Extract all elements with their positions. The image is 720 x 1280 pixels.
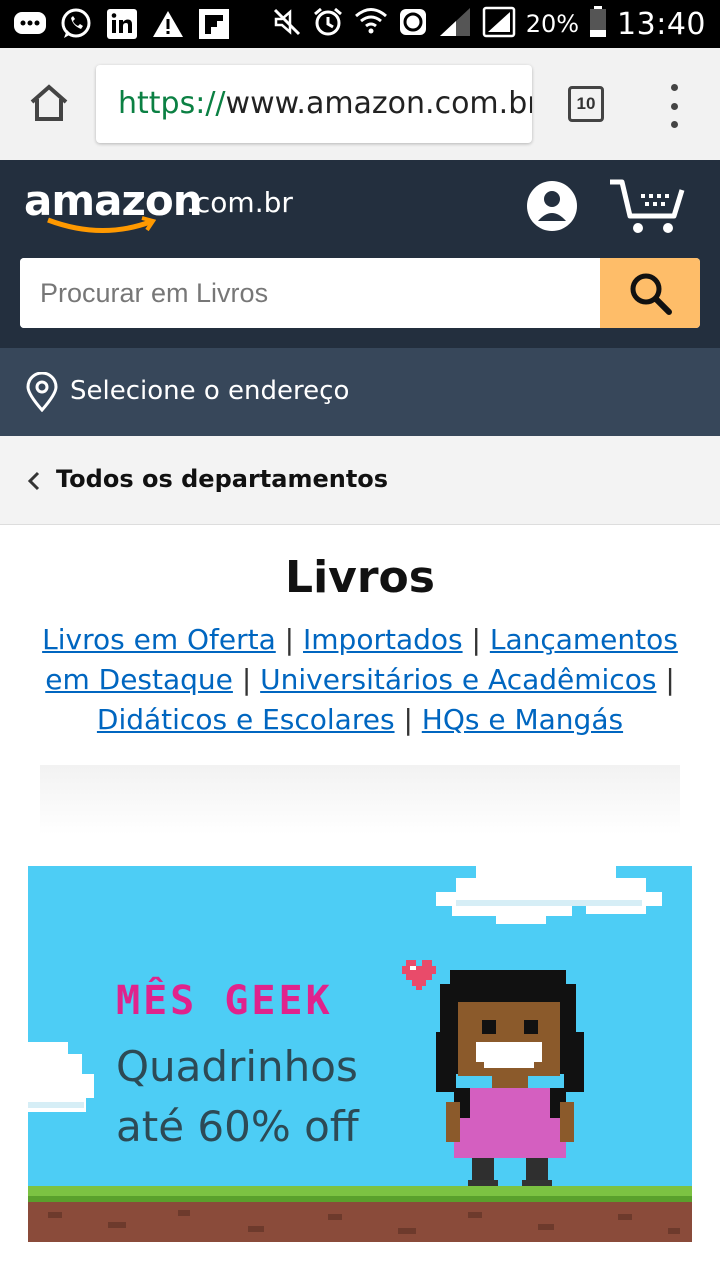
tab-switcher-button[interactable]: 10 <box>568 86 604 122</box>
search-icon <box>630 273 672 315</box>
site-header: amazon .com.br <box>0 160 720 348</box>
browser-menu-button[interactable] <box>660 84 688 128</box>
notification-icons <box>12 6 232 42</box>
account-button[interactable] <box>526 180 578 232</box>
pixel-ground-image <box>28 1186 692 1242</box>
link-separator: | <box>284 623 295 656</box>
battery-icon <box>589 5 607 43</box>
link-hqs-mangas[interactable]: HQs e Mangás <box>422 703 623 736</box>
url-scheme: https:// <box>118 86 226 121</box>
url-text: https://www.amazon.com.br <box>118 86 532 121</box>
whatsapp-icon <box>58 6 94 42</box>
clock: 13:40 <box>617 6 706 42</box>
menu-dot <box>670 84 678 91</box>
tab-count: 10 <box>576 94 596 113</box>
signal-icon <box>482 6 516 43</box>
url-bar[interactable]: https://www.amazon.com.br <box>96 65 532 143</box>
smile-arrow-icon <box>47 216 156 234</box>
address-label: Selecione o endereço <box>70 376 350 406</box>
menu-dot <box>670 102 678 110</box>
wifi-icon <box>354 5 388 44</box>
cart-icon <box>610 179 685 233</box>
banner-title: MÊS GEEK <box>116 978 333 1024</box>
link-universitarios[interactable]: Universitários e Acadêmicos <box>260 663 656 696</box>
link-importados[interactable]: Importados <box>303 623 463 656</box>
link-didaticos[interactable]: Didáticos e Escolares <box>97 703 395 736</box>
address-selector[interactable]: Selecione o endereço <box>0 348 720 436</box>
chevron-left-icon <box>27 471 40 491</box>
location-pin-icon <box>26 372 58 412</box>
browser-toolbar: https://www.amazon.com.br 10 <box>0 48 720 160</box>
search-button[interactable] <box>600 258 700 328</box>
warning-icon <box>150 6 186 42</box>
cart-button[interactable] <box>608 176 688 236</box>
data-saver-icon <box>398 7 428 42</box>
logo-tld: .com.br <box>186 186 293 219</box>
category-links: Livros em Oferta | Importados | Lançamen… <box>40 620 680 740</box>
mute-icon <box>272 7 302 42</box>
all-departments-link[interactable]: Todos os departamentos <box>0 436 720 525</box>
amazon-logo[interactable]: amazon .com.br <box>24 176 293 236</box>
search-box <box>20 258 700 328</box>
link-separator: | <box>665 663 675 696</box>
link-separator: | <box>471 623 481 656</box>
link-separator: | <box>403 703 413 736</box>
url-host: www.amazon.com.br <box>225 86 532 121</box>
pixel-cloud-image <box>28 1042 94 1112</box>
promo-banner[interactable]: MÊS GEEK Quadrinhos até 60% off <box>28 866 692 1242</box>
page-title: Livros <box>285 552 435 603</box>
linkedin-icon <box>104 6 140 42</box>
status-bar: 20% 13:40 <box>0 0 720 48</box>
home-icon <box>30 84 68 121</box>
search-input[interactable] <box>20 258 600 328</box>
pixel-cloud-image <box>436 866 662 924</box>
banner-subtitle: Quadrinhos <box>116 1042 358 1091</box>
battery-percentage: 20% <box>525 10 580 38</box>
messages-icon <box>12 6 48 42</box>
flipboard-icon <box>196 6 232 42</box>
user-icon <box>527 181 577 231</box>
link-livros-em-oferta[interactable]: Livros em Oferta <box>42 623 276 656</box>
departments-label: Todos os departamentos <box>56 465 389 493</box>
home-button[interactable] <box>24 78 74 128</box>
divider-shadow <box>40 765 680 835</box>
signal-icon <box>438 6 472 43</box>
menu-dot <box>670 121 678 128</box>
link-separator: | <box>241 663 252 696</box>
alarm-icon <box>312 6 344 43</box>
banner-discount: até 60% off <box>116 1102 359 1151</box>
system-status: 20% 13:40 <box>272 0 706 48</box>
pixel-character-image <box>436 970 584 1190</box>
